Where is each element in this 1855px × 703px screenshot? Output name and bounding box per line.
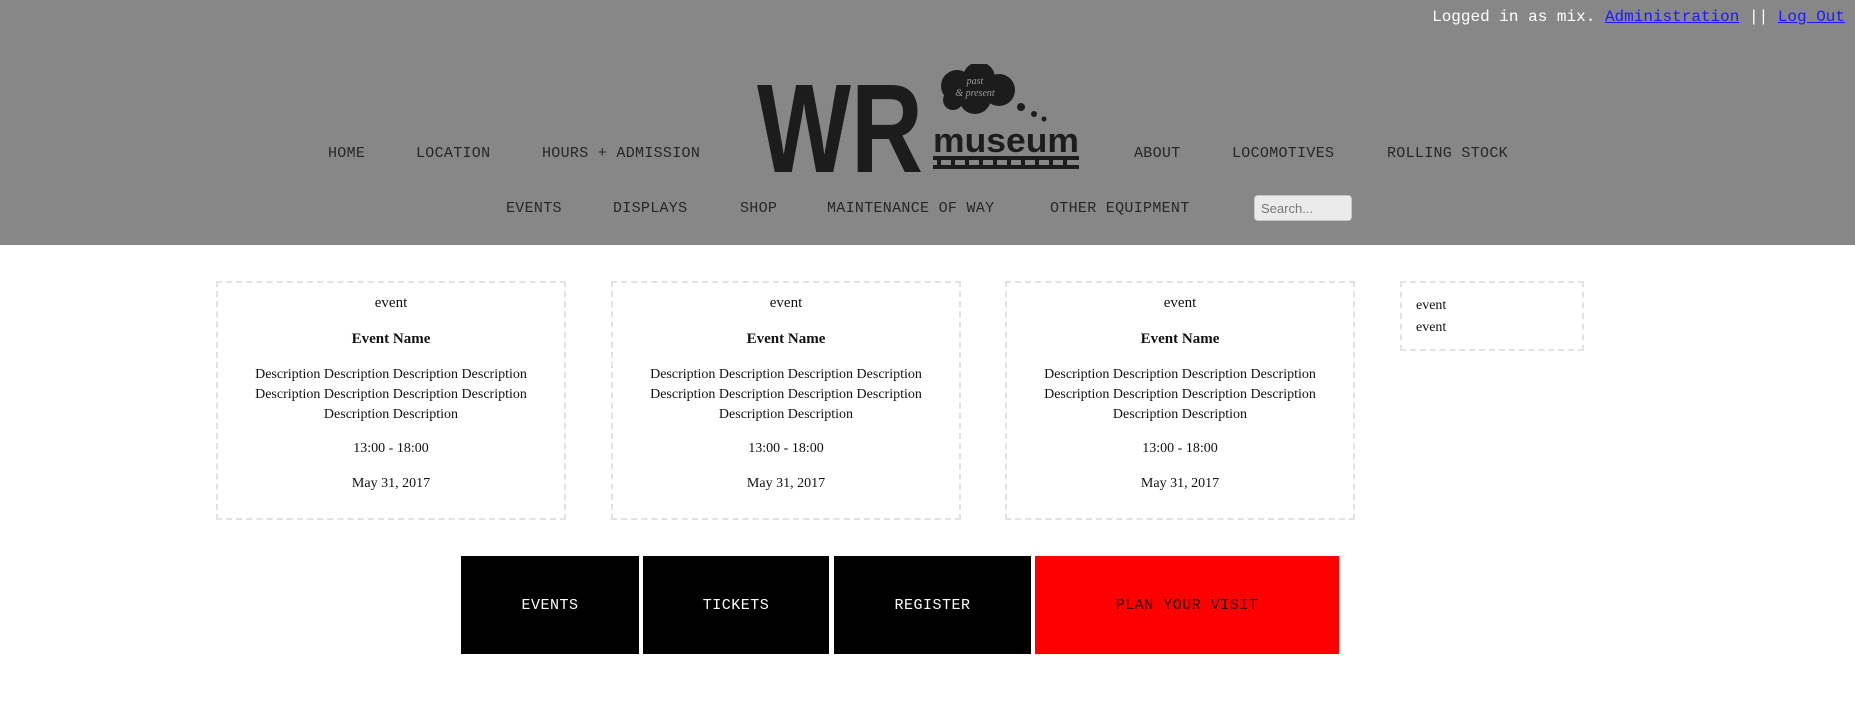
nav-item-other-equipment[interactable]: OTHER EQUIPMENT [1050, 200, 1190, 217]
event-date: May 31, 2017 [351, 476, 431, 491]
event-name: Event Name [746, 331, 826, 347]
login-separator: || [1748, 8, 1769, 26]
event-description: Description Description Description Desc… [650, 367, 922, 422]
nav-item-hours-admission[interactable]: HOURS + ADMISSION [542, 145, 700, 162]
event-type-label: event [769, 295, 803, 311]
nav-item-events[interactable]: EVENTS [506, 200, 562, 217]
event-card[interactable]: event Event Name Description Description… [611, 281, 961, 520]
event-type-label: event [1163, 295, 1197, 311]
smoke-puff-dot [1017, 103, 1025, 111]
login-status-text: Logged in as mix. [1432, 8, 1596, 26]
logo-word: museum [933, 122, 1079, 160]
nav-item-locomotives[interactable]: LOCOMOTIVES [1232, 145, 1334, 162]
login-bar: Logged in as mix. Administration || Log … [1432, 8, 1845, 26]
search-input[interactable] [1254, 195, 1352, 221]
tickets-button[interactable]: TICKETS [643, 556, 829, 654]
logo-tagline-past: past [966, 76, 984, 87]
event-description: Description Description Description Desc… [255, 367, 527, 422]
side-event-item[interactable]: event [1416, 295, 1582, 317]
nav-item-about[interactable]: ABOUT [1134, 145, 1181, 162]
event-card[interactable]: event Event Name Description Description… [216, 281, 566, 520]
wr-museum-logo[interactable]: WR past & present museum [757, 64, 1083, 176]
event-description: Description Description Description Desc… [1044, 367, 1316, 422]
events-button[interactable]: EVENTS [461, 556, 639, 654]
site-header: Logged in as mix. Administration || Log … [0, 0, 1855, 245]
register-button[interactable]: REGISTER [834, 556, 1031, 654]
event-time: 13:00 - 18:00 [748, 441, 824, 456]
smoke-puff-dot [1031, 111, 1037, 117]
nav-item-maintenance-of-way[interactable]: MAINTENANCE OF WAY [827, 200, 994, 217]
logo-letters: WR [757, 64, 923, 176]
event-time: 13:00 - 18:00 [1142, 441, 1218, 456]
event-card[interactable]: event Event Name Description Description… [1005, 281, 1355, 520]
event-date: May 31, 2017 [1140, 476, 1220, 491]
smoke-puff-dot [1041, 116, 1047, 122]
event-type-label: event [374, 295, 408, 311]
event-date: May 31, 2017 [746, 476, 826, 491]
nav-item-home[interactable]: HOME [328, 145, 365, 162]
side-event-list: event event [1400, 281, 1584, 351]
nav-item-displays[interactable]: DISPLAYS [613, 200, 687, 217]
nav-item-shop[interactable]: SHOP [740, 200, 777, 217]
side-event-item[interactable]: event [1416, 317, 1582, 339]
event-name: Event Name [351, 331, 431, 347]
nav-item-rolling-stock[interactable]: ROLLING STOCK [1387, 145, 1508, 162]
administration-link[interactable]: Administration [1605, 8, 1739, 26]
logout-link[interactable]: Log Out [1778, 8, 1845, 26]
rail-track-icon [933, 156, 1079, 169]
nav-item-location[interactable]: LOCATION [416, 145, 490, 162]
event-time: 13:00 - 18:00 [353, 441, 429, 456]
logo-tagline-present: & present [955, 88, 995, 99]
event-name: Event Name [1140, 331, 1220, 347]
plan-your-visit-button[interactable]: PLAN YOUR VISIT [1035, 556, 1339, 654]
